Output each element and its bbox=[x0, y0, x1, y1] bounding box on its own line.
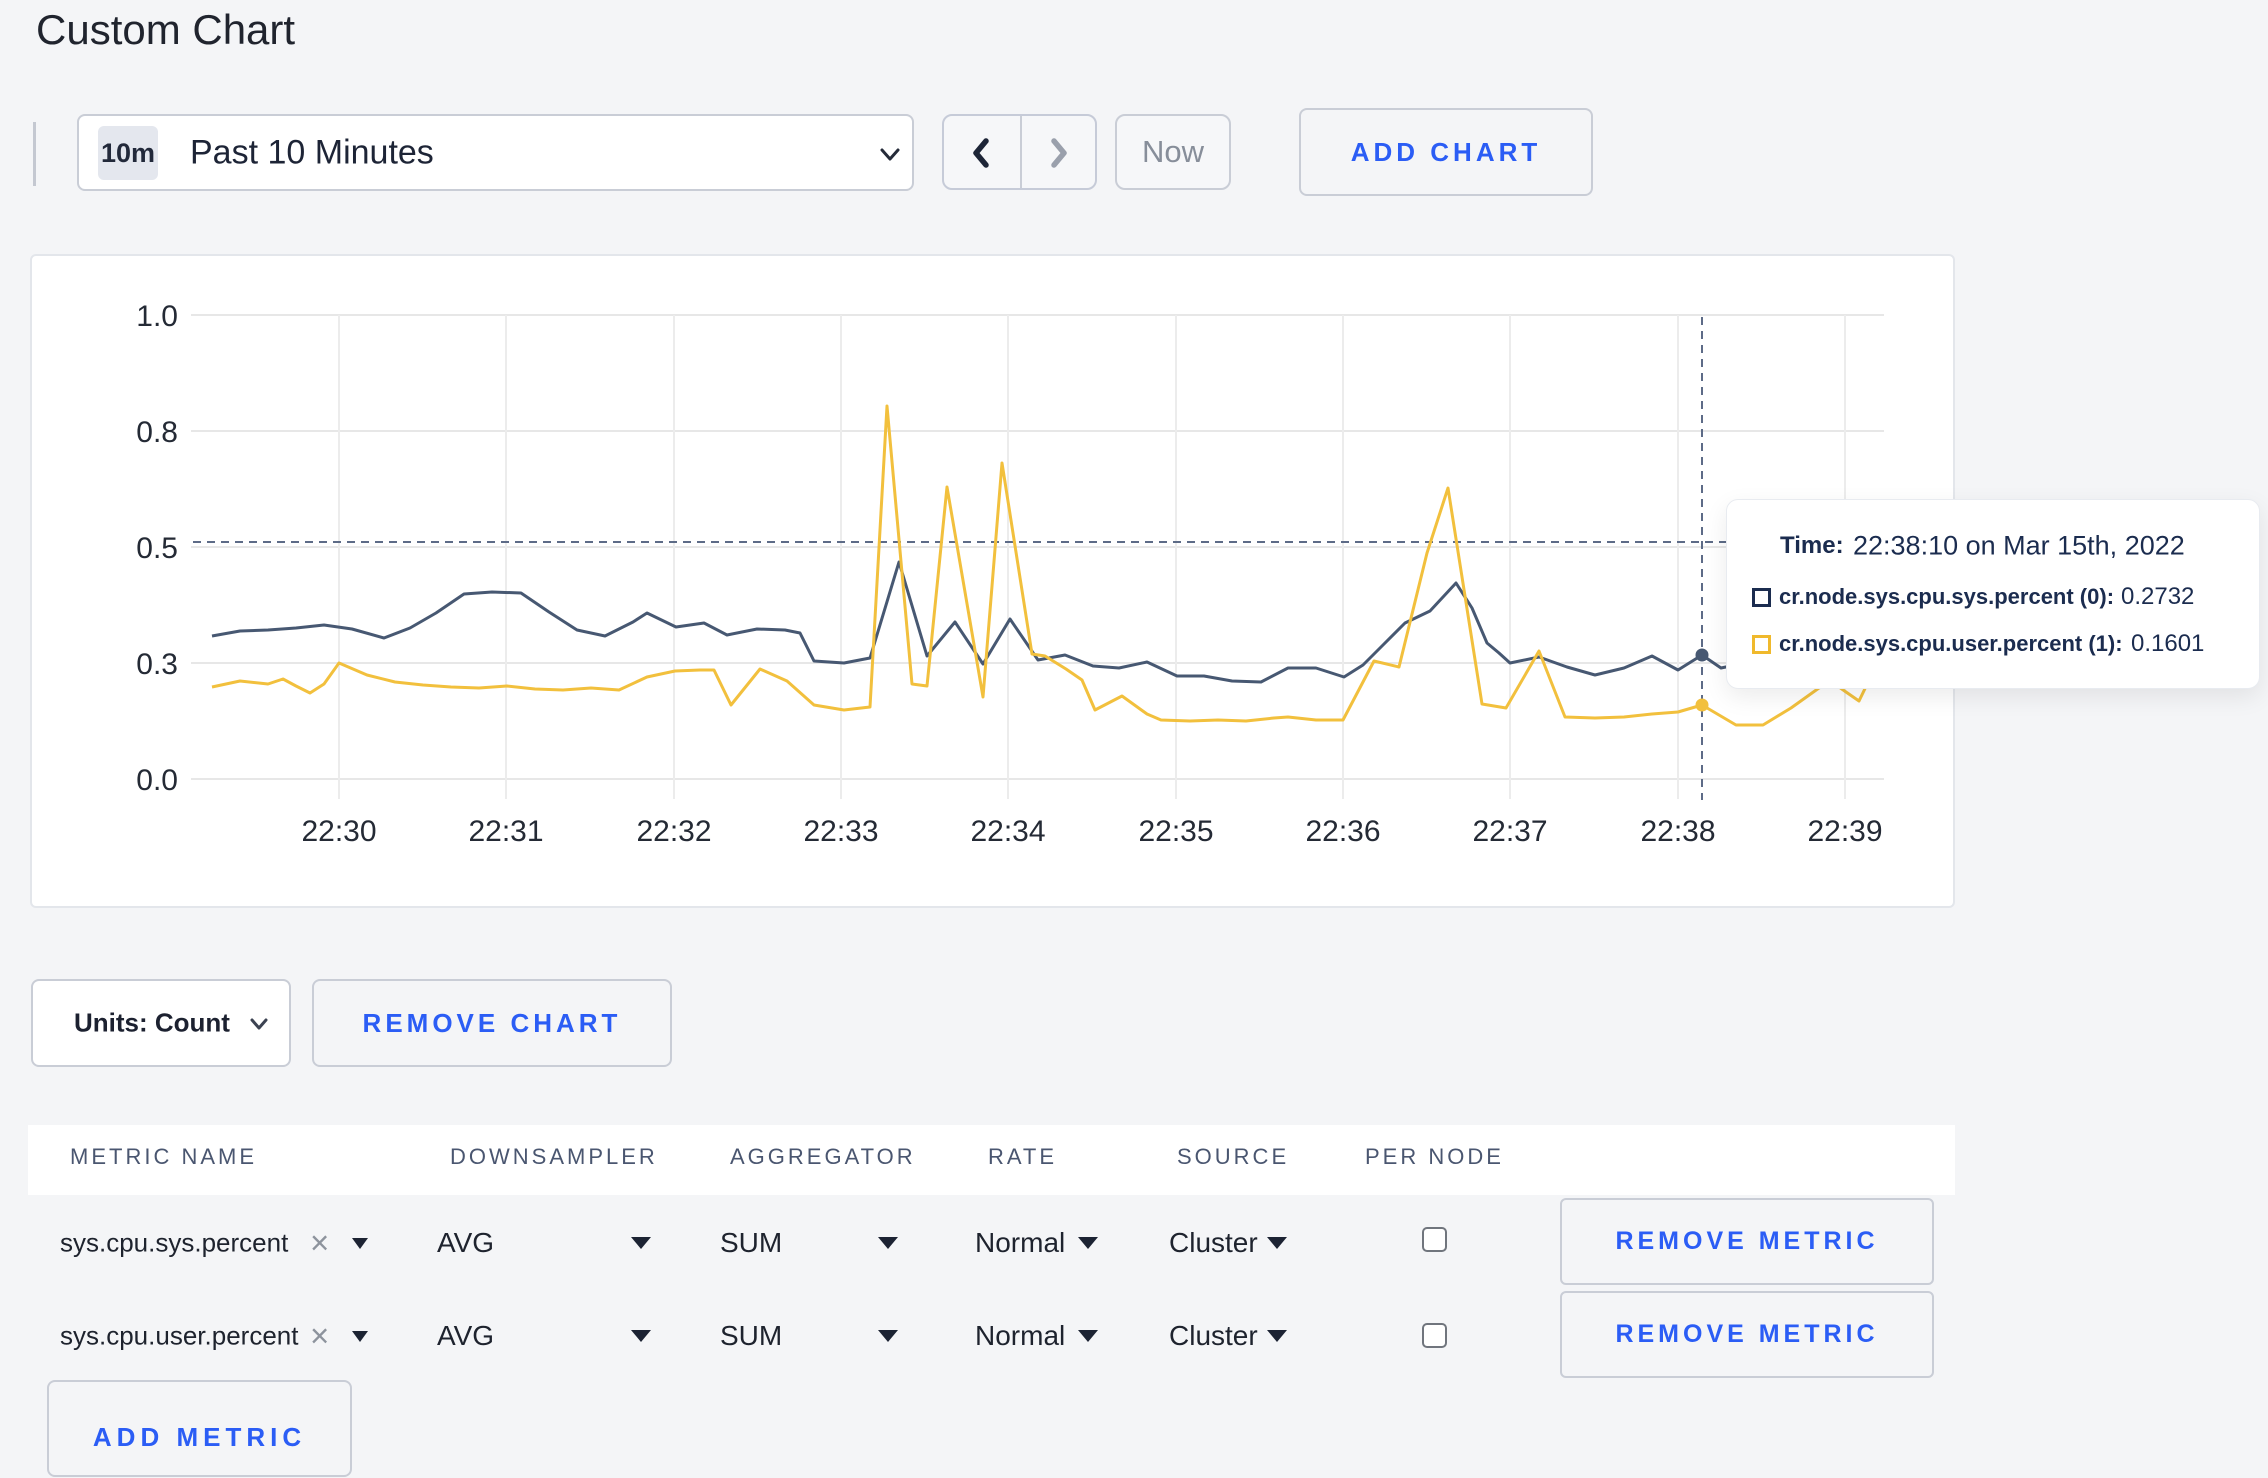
svg-text:22:37: 22:37 bbox=[1472, 815, 1547, 848]
svg-text:22:31: 22:31 bbox=[468, 815, 543, 848]
svg-text:22:38: 22:38 bbox=[1640, 815, 1715, 848]
svg-text:0.8: 0.8 bbox=[136, 416, 178, 449]
svg-text:22:35: 22:35 bbox=[1138, 815, 1213, 848]
svg-text:22:33: 22:33 bbox=[803, 815, 878, 848]
svg-text:1.0: 1.0 bbox=[136, 300, 178, 333]
svg-text:22:30: 22:30 bbox=[301, 815, 376, 848]
svg-text:0.0: 0.0 bbox=[136, 764, 178, 797]
svg-text:22:32: 22:32 bbox=[636, 815, 711, 848]
svg-text:0.5: 0.5 bbox=[136, 532, 178, 565]
svg-text:22:39: 22:39 bbox=[1807, 815, 1882, 848]
svg-text:22:34: 22:34 bbox=[970, 815, 1045, 848]
svg-text:22:36: 22:36 bbox=[1305, 815, 1380, 848]
svg-text:0.3: 0.3 bbox=[136, 648, 178, 681]
